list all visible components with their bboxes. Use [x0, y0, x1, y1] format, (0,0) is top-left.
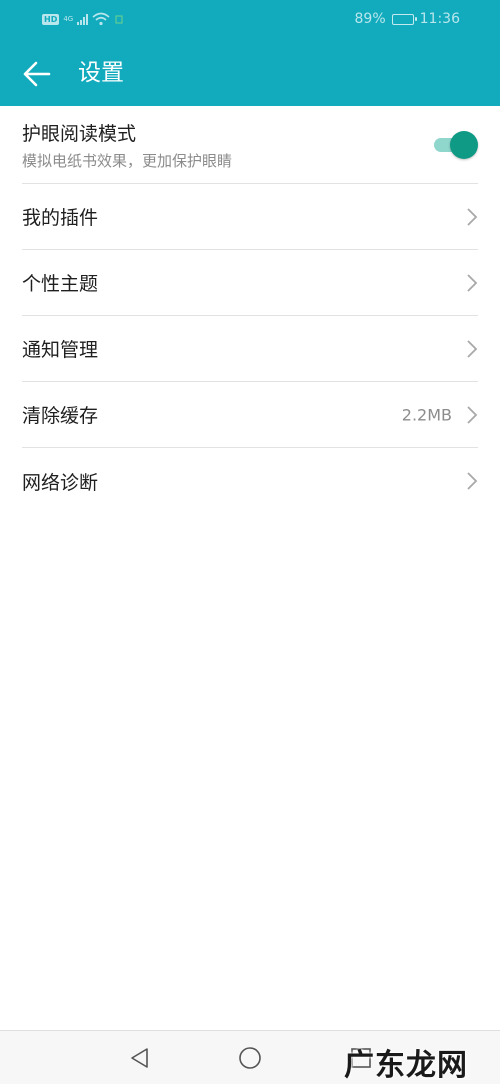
eye-mode-label: 护眼阅读模式 — [22, 122, 137, 145]
status-indicators: HD 4G — [42, 12, 124, 26]
watermark: 广东龙网 — [344, 1048, 468, 1083]
back-button[interactable] — [20, 57, 54, 91]
triangle-back-icon — [131, 1048, 148, 1068]
settings-item-label: 我的插件 — [22, 207, 99, 229]
battery-percent: 89% — [354, 11, 386, 27]
chevron-right-icon — [467, 339, 478, 358]
settings-item-clear-cache[interactable]: 清除缓存 2.2MB — [22, 382, 478, 448]
battery-icon — [391, 13, 417, 25]
settings-item-network-diagnosis[interactable]: 网络诊断 — [22, 448, 478, 514]
status-bar: HD 4G 89% 11:36 — [0, 0, 500, 40]
eye-mode-texts: 护眼阅读模式 模拟电纸书效果，更加保护眼睛 — [22, 119, 232, 171]
cache-size-value: 2.2MB — [401, 405, 452, 424]
eye-mode-subtitle: 模拟电纸书效果，更加保护眼睛 — [22, 151, 233, 170]
nav-back-button[interactable] — [127, 1045, 153, 1071]
settings-item-themes[interactable]: 个性主题 — [22, 250, 478, 316]
settings-item-label: 网络诊断 — [22, 471, 99, 494]
eye-mode-row[interactable]: 护眼阅读模式 模拟电纸书效果，更加保护眼睛 — [22, 106, 478, 184]
toggle-thumb — [450, 130, 478, 159]
chevron-right-icon — [467, 273, 478, 292]
app-bar: 设置 — [0, 40, 500, 106]
chevron-right-icon — [467, 207, 478, 226]
page-title: 设置 — [78, 60, 124, 86]
nav-home-button[interactable] — [237, 1045, 263, 1071]
settings-item-label: 清除缓存 — [22, 405, 99, 427]
circle-home-icon — [239, 1047, 261, 1069]
hd-badge: HD — [42, 13, 60, 25]
settings-item-plugins[interactable]: 我的插件 — [22, 184, 478, 250]
settings-item-label: 通知管理 — [22, 339, 99, 361]
settings-item-notifications[interactable]: 通知管理 — [22, 316, 478, 382]
signal-icon — [77, 13, 89, 25]
status-time: 11:36 — [419, 11, 460, 27]
chevron-right-icon — [467, 472, 478, 490]
wifi-icon — [92, 12, 110, 26]
network-type-label: 4G — [63, 15, 74, 23]
settings-item-label: 个性主题 — [22, 273, 99, 295]
charging-icon — [115, 15, 123, 24]
eye-mode-toggle[interactable] — [432, 130, 478, 159]
settings-list: 护眼阅读模式 模拟电纸书效果，更加保护眼睛 我的插件 个性主题 通知管理 清除缓… — [0, 106, 500, 514]
arrow-left-icon — [23, 61, 51, 87]
status-right: 89% 11:36 — [355, 11, 460, 27]
chevron-right-icon — [467, 405, 478, 424]
